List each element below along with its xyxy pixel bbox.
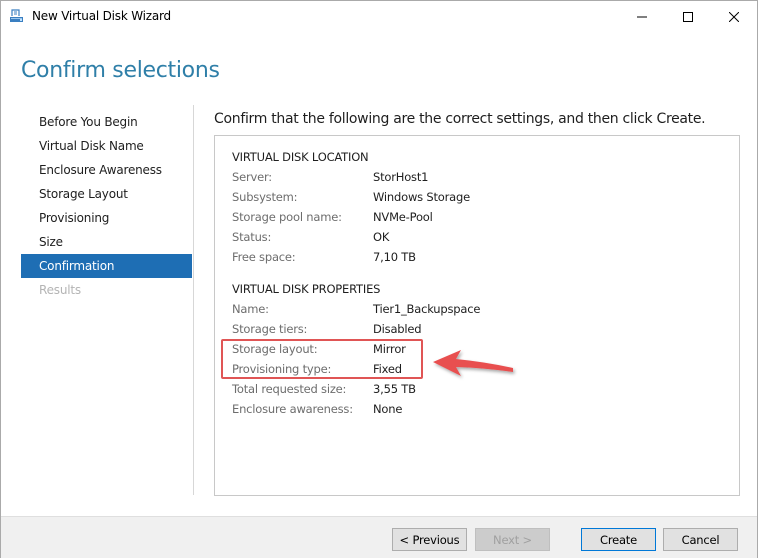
row-label: Subsystem: [232,190,298,204]
row-value: Disabled [373,322,422,336]
nav-item-enclosure-awareness[interactable]: Enclosure Awareness [21,158,192,182]
annotation-arrow-icon [431,346,521,382]
nav-item-results: Results [39,283,81,297]
window-title: New Virtual Disk Wizard [32,9,171,23]
summary-row: Subsystem: Windows Storage [232,190,712,210]
summary-row: Free space: 7,10 TB [232,250,712,270]
minimize-icon [637,7,647,26]
button-bar: < Previous Next > Create Cancel [1,516,757,558]
nav-item-confirmation[interactable]: Confirmation [21,254,192,278]
row-value: 7,10 TB [373,250,416,264]
summary-panel: VIRTUAL DISK LOCATION Server: StorHost1 … [214,135,740,496]
row-value: 3,55 TB [373,382,416,396]
row-value: OK [373,230,390,244]
row-label: Storage pool name: [232,210,342,224]
maximize-icon [683,7,693,26]
cancel-button[interactable]: Cancel [663,528,738,551]
section-title-properties: VIRTUAL DISK PROPERTIES [232,282,381,296]
section-title-location: VIRTUAL DISK LOCATION [232,150,369,164]
wizard-nav: Before You Begin Virtual Disk Name Enclo… [21,110,192,302]
row-label: Server: [232,170,272,184]
page-title: Confirm selections [21,58,220,83]
instruction-text: Confirm that the following are the corre… [214,111,706,127]
summary-row: Server: StorHost1 [232,170,712,190]
wizard-window: New Virtual Disk Wizard Confirm selectio… [0,0,758,558]
maximize-button[interactable] [665,1,711,31]
create-button[interactable]: Create [581,528,656,551]
summary-row: Status: OK [232,230,712,250]
row-label: Free space: [232,250,296,264]
previous-button[interactable]: < Previous [392,528,467,551]
nav-item-provisioning[interactable]: Provisioning [21,206,192,230]
summary-row: Storage pool name: NVMe-Pool [232,210,712,230]
close-button[interactable] [711,1,757,31]
nav-item-storage-layout[interactable]: Storage Layout [21,182,192,206]
row-value: StorHost1 [373,170,429,184]
row-label: Name: [232,302,269,316]
row-value: Windows Storage [373,190,470,204]
row-value: NVMe-Pool [373,210,433,224]
nav-divider [193,105,194,495]
nav-item-virtual-disk-name[interactable]: Virtual Disk Name [21,134,192,158]
next-button: Next > [475,528,550,551]
summary-row: Total requested size: 3,55 TB [232,382,712,402]
virtual-disk-app-icon [9,8,25,24]
minimize-button[interactable] [619,1,665,31]
row-value: Tier1_Backupspace [373,302,481,316]
row-label: Storage tiers: [232,322,308,336]
row-value: None [373,402,403,416]
title-bar[interactable]: New Virtual Disk Wizard [1,1,757,31]
row-label: Status: [232,230,272,244]
close-icon [728,7,740,26]
summary-row: Enclosure awareness: None [232,402,712,422]
row-label: Total requested size: [232,382,347,396]
row-label: Enclosure awareness: [232,402,353,416]
nav-item-before-you-begin[interactable]: Before You Begin [21,110,192,134]
nav-item-size[interactable]: Size [21,230,192,254]
annotation-highlight-box [221,339,423,379]
summary-row: Name: Tier1_Backupspace [232,302,712,322]
